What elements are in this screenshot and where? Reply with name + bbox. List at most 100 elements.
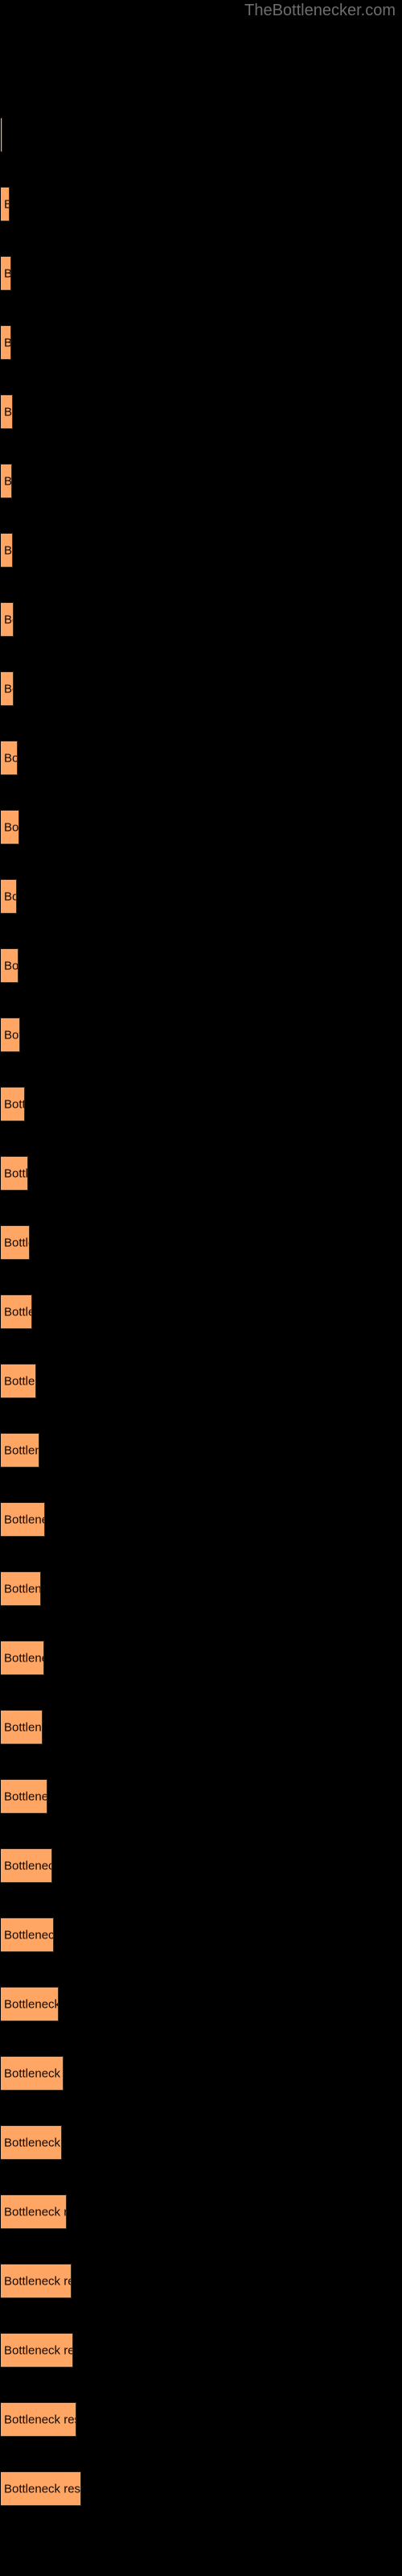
- bar-label: Bottleneck result: [4, 2413, 76, 2426]
- chart-bar[interactable]: Bottleneck result: [1, 464, 12, 498]
- chart-bar[interactable]: Bottleneck result: [1, 810, 19, 844]
- bar-row: Bottleneck result: [0, 1779, 402, 1814]
- chart-bar[interactable]: Bottleneck result: [1, 1364, 36, 1398]
- bar-label: Bottleneck result: [4, 1582, 41, 1596]
- chart-bar[interactable]: Bottleneck result: [1, 1918, 54, 1952]
- bar-label: Bottleneck result: [4, 1443, 39, 1457]
- chart-bar[interactable]: Bottleneck result: [1, 2264, 72, 2298]
- bar-label: Bottleneck result: [4, 820, 19, 834]
- bar-row: Bottleneck result: [0, 325, 402, 360]
- chart-bar[interactable]: Bottleneck result: [1, 2194, 67, 2229]
- chart-bar[interactable]: Bottleneck result: [1, 2471, 81, 2506]
- chart-bar[interactable]: Bottleneck result: [1, 1641, 44, 1675]
- chart-bar[interactable]: Bottleneck result: [1, 394, 13, 429]
- bar-label: Bottleneck result: [4, 543, 13, 557]
- chart-bar[interactable]: Bottleneck result: [1, 1710, 43, 1744]
- bar-label: Bottleneck result: [4, 474, 12, 488]
- bar-row: Bottleneck result: [0, 2194, 402, 2229]
- bar-row: Bottleneck result: [0, 948, 402, 983]
- bar-label: Bottleneck result: [4, 1513, 44, 1526]
- bar-row: Bottleneck result: [0, 2125, 402, 2160]
- bar-label: Bottleneck result: [4, 959, 18, 972]
- chart-bar[interactable]: Bottleneck result: [1, 2333, 73, 2368]
- bar-row: Bottleneck result: [0, 1433, 402, 1468]
- bar-row: Bottleneck result: [0, 1710, 402, 1744]
- chart-bar[interactable]: Bottleneck result: [1, 602, 14, 637]
- chart-bar[interactable]: Bottleneck result: [1, 1433, 39, 1468]
- chart-bar[interactable]: Bottleneck result: [1, 948, 18, 983]
- bar-label: Bottleneck result: [4, 751, 18, 765]
- bar-row: Bottleneck result: [0, 256, 402, 291]
- bar-row: Bottleneck result: [0, 1848, 402, 1883]
- bar-label: Bottleneck result: [4, 2205, 66, 2219]
- bar-row: Bottleneck result: [0, 1502, 402, 1537]
- chart-bar[interactable]: Bottleneck result: [1, 1779, 47, 1814]
- chart-bar[interactable]: Bottleneck result: [1, 1848, 52, 1883]
- bar-row: Bottleneck result: [0, 1571, 402, 1606]
- bar-row: Bottleneck result: [0, 2264, 402, 2298]
- bar-row: Bottleneck result: [0, 464, 402, 498]
- chart-bar[interactable]: Bottleneck result: [1, 533, 13, 568]
- chart-bar[interactable]: Bottleneck result: [1, 1018, 20, 1052]
- chart-bar[interactable]: Bottleneck result: [1, 671, 14, 706]
- bar-row: Bottleneck result: [0, 602, 402, 637]
- chart-bar[interactable]: Bottleneck result: [1, 256, 11, 291]
- horizontal-bar-chart: Bottleneck result Bottleneck result Bottle…: [0, 0, 402, 2576]
- bar-row: Bottleneck result: [0, 187, 402, 221]
- chart-bar[interactable]: Bottleneck result: [1, 1156, 28, 1191]
- chart-bar[interactable]: Bottleneck result: [1, 1571, 41, 1606]
- bar-row: Bottleneck result: [0, 1156, 402, 1191]
- chart-bar[interactable]: Bottleneck result: [1, 1294, 32, 1329]
- bar-label: Bottleneck result: [4, 1859, 51, 1872]
- bar-row: Bottleneck result: [0, 1018, 402, 1052]
- bar-label: Bottleneck result: [4, 890, 16, 903]
- bar-label: Bottleneck result: [4, 1374, 35, 1388]
- chart-bar[interactable]: Bottleneck result: [1, 325, 11, 360]
- chart-bar[interactable]: Bottleneck result: [1, 118, 2, 152]
- chart-bar[interactable]: Bottleneck result: [1, 2056, 64, 2091]
- bar-label: Bottleneck result: [4, 1790, 47, 1803]
- bar-row: Bottleneck result: [0, 1087, 402, 1121]
- chart-bar[interactable]: Bottleneck result: [1, 1502, 45, 1537]
- bar-row: Bottleneck result: [0, 2333, 402, 2368]
- bar-label: Bottleneck result: [4, 1305, 31, 1319]
- bar-row: Bottleneck result: [0, 118, 402, 152]
- bar-row: Bottleneck result: [0, 2402, 402, 2437]
- bar-label: Bottleneck result: [4, 1028, 19, 1042]
- bar-label: Bottleneck result: [4, 2274, 71, 2288]
- chart-bar[interactable]: Bottleneck result: [1, 187, 10, 221]
- bar-row: Bottleneck result: [0, 2056, 402, 2091]
- bar-label: Bottleneck result: [4, 2343, 72, 2357]
- bar-label: Bottleneck result: [4, 1166, 28, 1180]
- bar-row: Bottleneck result: [0, 1918, 402, 1952]
- bar-row: Bottleneck result: [0, 879, 402, 914]
- bar-row: Bottleneck result: [0, 1294, 402, 1329]
- bar-label: Bottleneck result: [4, 613, 13, 626]
- bar-label: Bottleneck result: [4, 1651, 43, 1665]
- bar-label: Bottleneck result: [4, 2066, 63, 2080]
- bar-row: Bottleneck result: [0, 1987, 402, 2021]
- bar-row: Bottleneck result: [0, 1225, 402, 1260]
- bar-row: Bottleneck result: [0, 810, 402, 844]
- chart-bar[interactable]: Bottleneck result: [1, 1087, 25, 1121]
- chart-bar[interactable]: Bottleneck result: [1, 879, 17, 914]
- bar-row: Bottleneck result: [0, 1641, 402, 1675]
- bar-label: Bottleneck result: [4, 682, 13, 696]
- bar-label: Bottleneck result: [4, 1097, 24, 1111]
- bar-label: Bottleneck result: [4, 405, 13, 419]
- chart-bar[interactable]: Bottleneck result: [1, 2402, 76, 2437]
- chart-bar[interactable]: Bottleneck result: [1, 1987, 59, 2021]
- chart-bar[interactable]: Bottleneck result: [1, 1225, 30, 1260]
- bar-label: Bottleneck result: [4, 2136, 61, 2149]
- bar-label: Bottleneck result: [4, 198, 9, 210]
- bar-row: Bottleneck result: [0, 741, 402, 775]
- bar-row: Bottleneck result: [0, 671, 402, 706]
- bar-row: Bottleneck result: [0, 533, 402, 568]
- bar-row: Bottleneck result: [0, 394, 402, 429]
- chart-bar[interactable]: Bottleneck result: [1, 741, 18, 775]
- chart-bar[interactable]: Bottleneck result: [1, 2125, 62, 2160]
- bar-row: Bottleneck result: [0, 2471, 402, 2506]
- bar-label: Bottleneck result: [4, 267, 10, 279]
- bar-label: Bottleneck result: [4, 2482, 81, 2496]
- bar-label: Bottleneck result: [4, 1720, 42, 1734]
